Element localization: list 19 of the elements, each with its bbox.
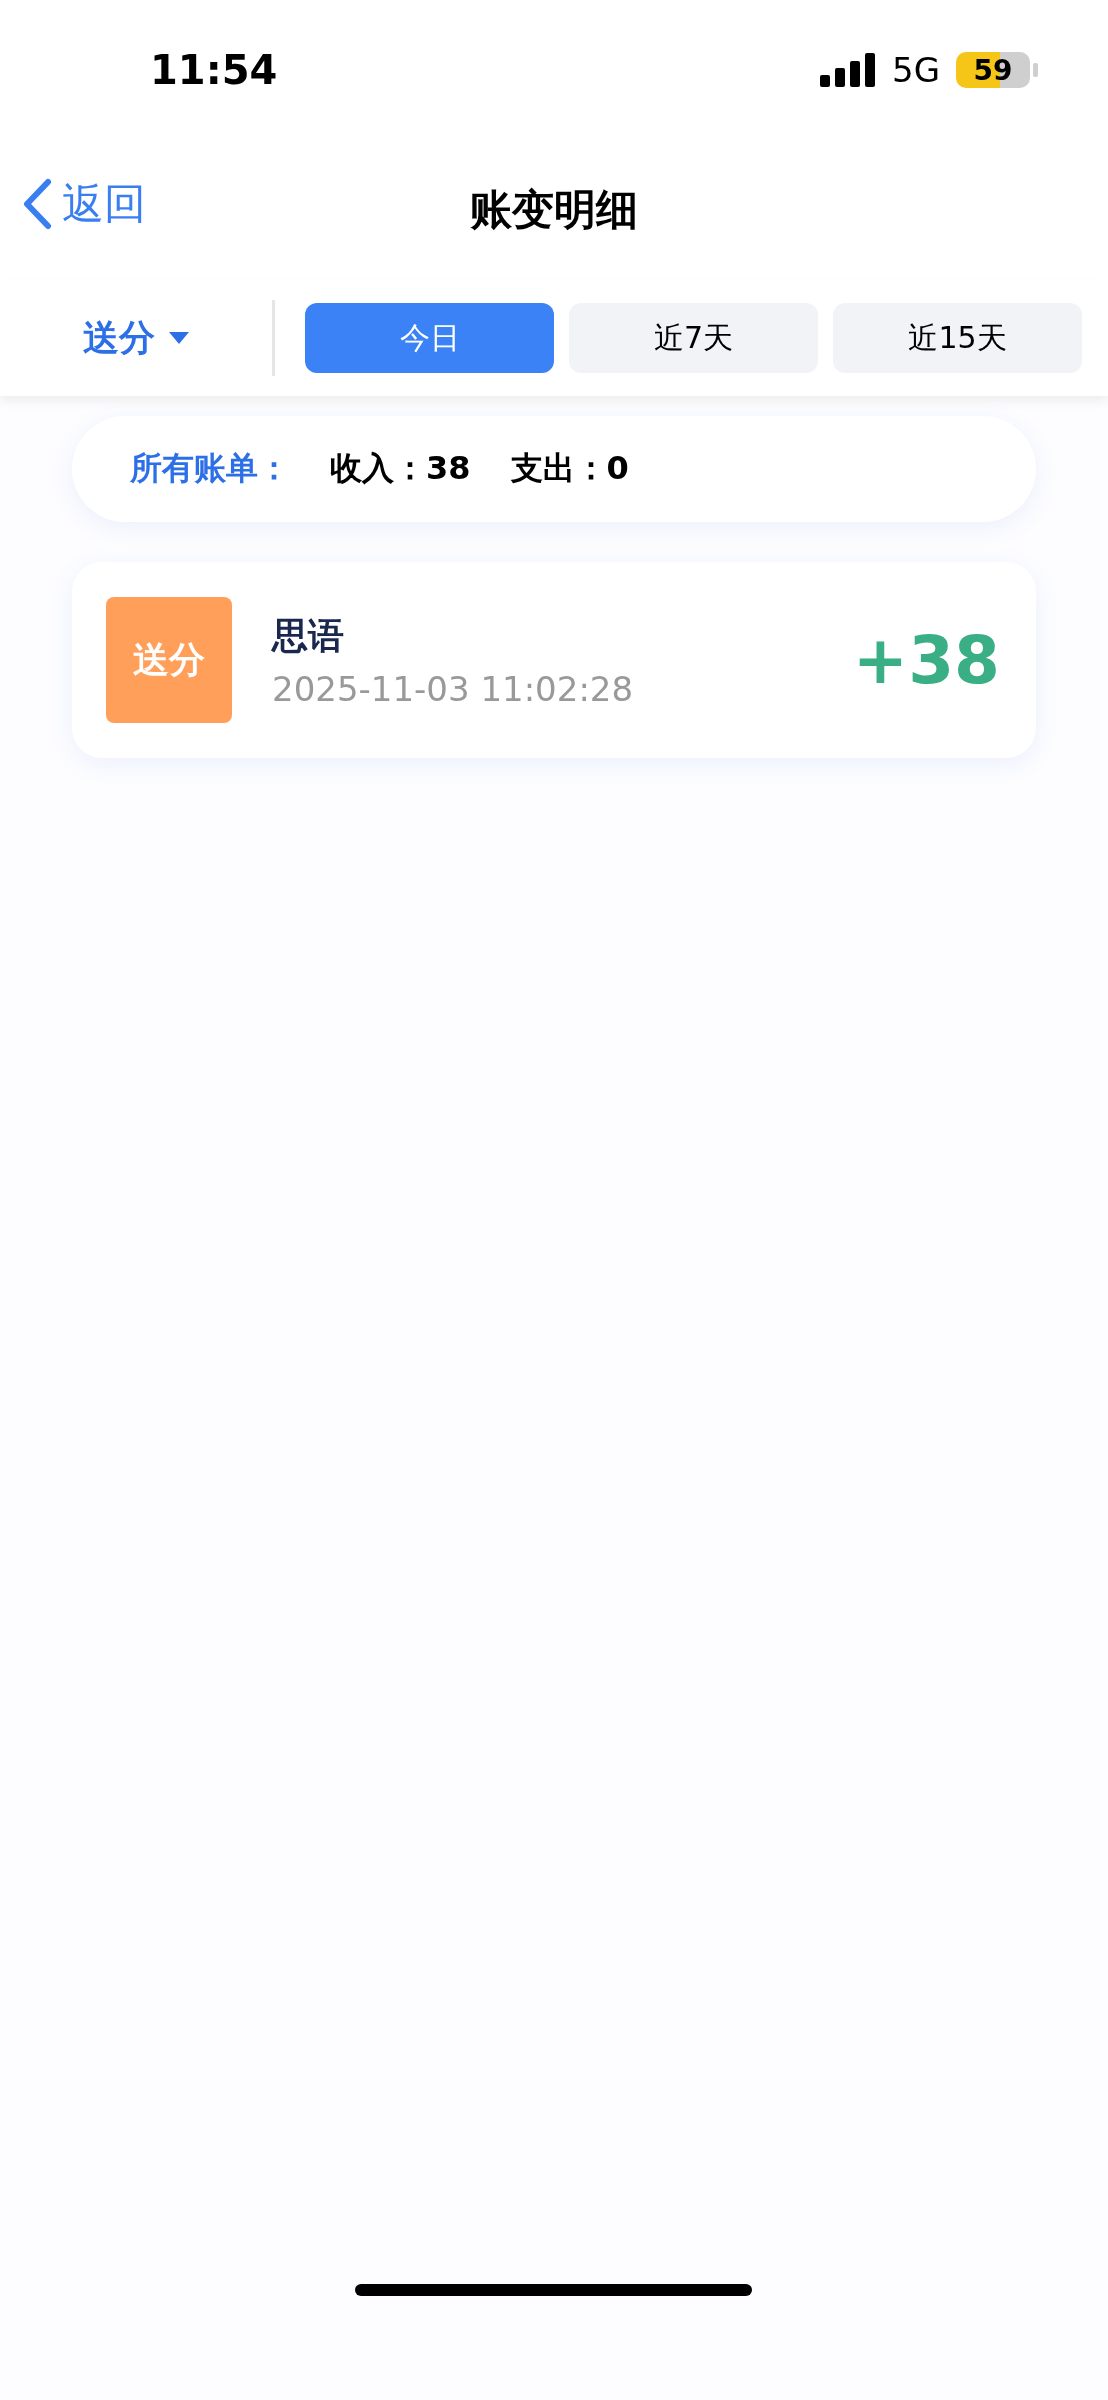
- caret-down-icon: [169, 332, 189, 344]
- back-button[interactable]: 返回: [22, 176, 146, 232]
- record-amount: +38: [852, 621, 1000, 699]
- network-label: 5G: [892, 50, 940, 90]
- signal-icon: [820, 53, 876, 87]
- record-time: 2025-11-03 11:02:28: [272, 668, 635, 709]
- income-total: 收入：38: [330, 448, 471, 489]
- summary-label: 所有账单：: [130, 448, 290, 489]
- record-name: 思语: [272, 613, 345, 658]
- date-tab[interactable]: 近7天: [569, 303, 818, 373]
- date-tab[interactable]: 近15天: [833, 303, 1082, 373]
- type-dropdown[interactable]: 送分: [0, 313, 272, 363]
- expense-total: 支出：0: [510, 448, 629, 489]
- battery-cap-icon: [1033, 63, 1038, 77]
- status-time: 11:54: [150, 47, 278, 93]
- date-tab[interactable]: 今日: [305, 303, 554, 373]
- page-title: 账变明细: [470, 184, 638, 236]
- chevron-left-icon: [22, 178, 52, 230]
- type-badge: 送分: [106, 597, 232, 723]
